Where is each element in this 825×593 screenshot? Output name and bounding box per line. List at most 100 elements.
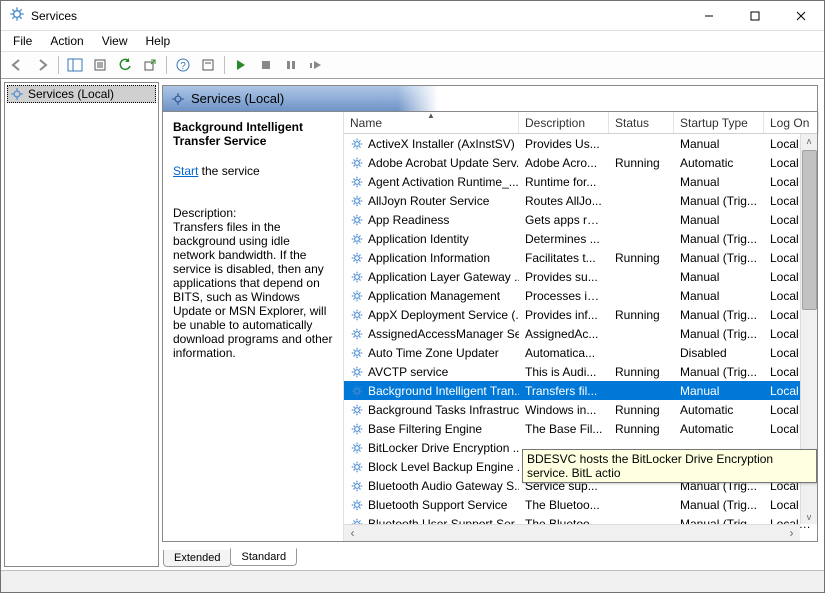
- app-icon: [9, 6, 25, 25]
- forward-button[interactable]: [30, 54, 54, 76]
- view-tabs: Extended Standard: [159, 545, 821, 567]
- cell-startup: Manual: [674, 384, 764, 398]
- cell-name: Application Identity: [368, 232, 469, 246]
- properties-button[interactable]: [88, 54, 112, 76]
- table-row[interactable]: Application InformationFacilitates t...R…: [344, 248, 817, 267]
- menu-view[interactable]: View: [94, 32, 136, 50]
- detail-pane: Background Intelligent Transfer Service …: [163, 112, 343, 541]
- cell-status: Running: [609, 403, 674, 417]
- detail-service-name: Background Intelligent Transfer Service: [173, 120, 333, 148]
- minimize-button[interactable]: [686, 1, 732, 31]
- cell-name: BitLocker Drive Encryption ...: [368, 441, 519, 455]
- detail-action-rest: the service: [198, 164, 259, 178]
- service-icon: [350, 422, 364, 436]
- scroll-down-icon[interactable]: v: [807, 512, 812, 522]
- close-button[interactable]: [778, 1, 824, 31]
- table-row[interactable]: AssignedAccessManager Se...AssignedAc...…: [344, 324, 817, 343]
- cell-startup: Manual (Trig...: [674, 498, 764, 512]
- cell-description: Provides inf...: [519, 308, 609, 322]
- cell-startup: Automatic: [674, 403, 764, 417]
- service-icon: [350, 289, 364, 303]
- menu-action[interactable]: Action: [42, 32, 91, 50]
- help-button[interactable]: ?: [171, 54, 195, 76]
- content-header-label: Services (Local): [191, 91, 284, 106]
- restart-service-button[interactable]: [304, 54, 328, 76]
- content-pane: Services (Local) Background Intelligent …: [162, 85, 818, 542]
- statusbar: [1, 570, 824, 592]
- back-button[interactable]: [5, 54, 29, 76]
- export-button[interactable]: [138, 54, 162, 76]
- cell-description: Routes AllJo...: [519, 194, 609, 208]
- properties2-button[interactable]: [196, 54, 220, 76]
- tab-extended[interactable]: Extended: [163, 550, 231, 567]
- cell-startup: Manual: [674, 213, 764, 227]
- scroll-right-icon[interactable]: ›: [783, 526, 800, 540]
- table-row[interactable]: Adobe Acrobat Update Serv...Adobe Acro..…: [344, 153, 817, 172]
- cell-startup: Manual (Trig...: [674, 308, 764, 322]
- cell-name: AVCTP service: [368, 365, 448, 379]
- table-row[interactable]: Agent Activation Runtime_...Runtime for.…: [344, 172, 817, 191]
- table-row[interactable]: Application IdentityDetermines ...Manual…: [344, 229, 817, 248]
- table-row[interactable]: Background Tasks Infrastruc...Windows in…: [344, 400, 817, 419]
- table-row[interactable]: AllJoyn Router ServiceRoutes AllJo...Man…: [344, 191, 817, 210]
- service-icon: [350, 384, 364, 398]
- cell-description: Automatica...: [519, 346, 609, 360]
- cell-description: Adobe Acro...: [519, 156, 609, 170]
- column-header-name[interactable]: Name ▲: [344, 112, 519, 133]
- cell-name: Block Level Backup Engine ...: [368, 460, 519, 474]
- service-icon: [350, 479, 364, 493]
- tree-node-services-local[interactable]: Services (Local): [7, 85, 156, 103]
- column-header-status[interactable]: Status: [609, 112, 674, 133]
- cell-startup: Manual (Trig...: [674, 251, 764, 265]
- table-row[interactable]: Application Layer Gateway ...Provides su…: [344, 267, 817, 286]
- tab-standard[interactable]: Standard: [230, 548, 297, 566]
- table-row[interactable]: AppX Deployment Service (...Provides inf…: [344, 305, 817, 324]
- service-icon: [350, 403, 364, 417]
- cell-name: Application Information: [368, 251, 490, 265]
- scroll-up-icon[interactable]: ʌ: [807, 136, 812, 146]
- refresh-button[interactable]: [113, 54, 137, 76]
- menu-file[interactable]: File: [5, 32, 40, 50]
- tree-node-label: Services (Local): [28, 87, 114, 101]
- cell-name: App Readiness: [368, 213, 449, 227]
- services-window: Services File Action View Help ?: [0, 0, 825, 593]
- column-header-description[interactable]: Description: [519, 112, 609, 133]
- start-service-button[interactable]: [229, 54, 253, 76]
- cell-status: Running: [609, 308, 674, 322]
- table-row[interactable]: Bluetooth Support ServiceThe Bluetoo...M…: [344, 495, 817, 514]
- column-header-startup[interactable]: Startup Type: [674, 112, 764, 133]
- table-row[interactable]: Background Intelligent Tran...Transfers …: [344, 381, 817, 400]
- tooltip: BDESVC hosts the BitLocker Drive Encrypt…: [522, 449, 817, 483]
- sort-ascending-icon: ▲: [427, 111, 435, 120]
- cell-startup: Manual: [674, 270, 764, 284]
- cell-startup: Manual (Trig...: [674, 365, 764, 379]
- column-header-logon[interactable]: Log On: [764, 112, 819, 133]
- services-list: Name ▲ Description Status Startup Type L…: [343, 112, 817, 541]
- table-row[interactable]: Base Filtering EngineThe Base Fil...Runn…: [344, 419, 817, 438]
- content-header: Services (Local): [163, 86, 817, 112]
- show-hide-tree-button[interactable]: [63, 54, 87, 76]
- cell-description: This is Audi...: [519, 365, 609, 379]
- service-icon: [350, 365, 364, 379]
- services-icon: [171, 92, 185, 106]
- stop-service-button[interactable]: [254, 54, 278, 76]
- maximize-button[interactable]: [732, 1, 778, 31]
- table-row[interactable]: Application ManagementProcesses in...Man…: [344, 286, 817, 305]
- menu-help[interactable]: Help: [138, 32, 179, 50]
- start-service-link[interactable]: Start: [173, 164, 198, 178]
- table-row[interactable]: App ReadinessGets apps re...ManualLocal …: [344, 210, 817, 229]
- cell-startup: Manual (Trig...: [674, 232, 764, 246]
- service-icon: [350, 175, 364, 189]
- cell-description: Transfers fil...: [519, 384, 609, 398]
- cell-name: Bluetooth Support Service: [368, 498, 507, 512]
- table-row[interactable]: AVCTP serviceThis is Audi...RunningManua…: [344, 362, 817, 381]
- cell-name: Base Filtering Engine: [368, 422, 482, 436]
- scroll-left-icon[interactable]: ‹: [344, 526, 361, 540]
- table-row[interactable]: Auto Time Zone UpdaterAutomatica...Disab…: [344, 343, 817, 362]
- table-row[interactable]: ActiveX Installer (AxInstSV)Provides Us.…: [344, 134, 817, 153]
- pause-service-button[interactable]: [279, 54, 303, 76]
- cell-startup: Disabled: [674, 346, 764, 360]
- scroll-thumb[interactable]: [802, 150, 817, 310]
- cell-name: Background Intelligent Tran...: [368, 384, 519, 398]
- horizontal-scrollbar[interactable]: ‹ ›: [344, 524, 800, 541]
